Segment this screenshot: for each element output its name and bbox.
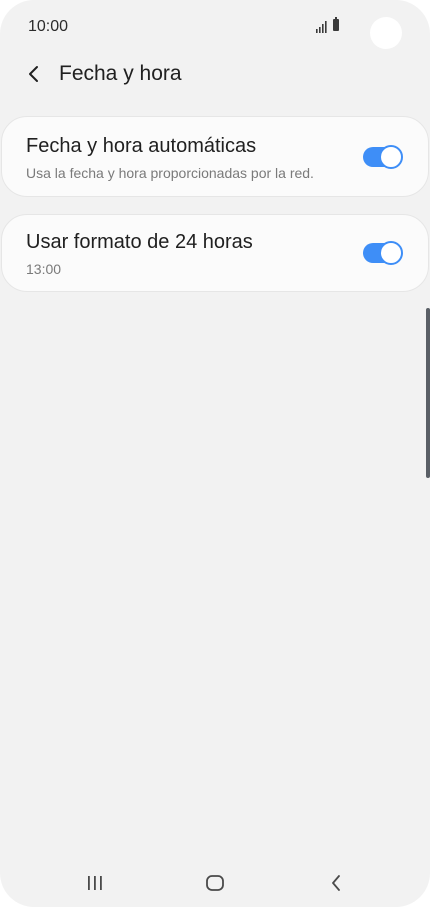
24-hour-format-toggle[interactable] — [363, 241, 403, 265]
setting-subtitle: 13:00 — [26, 261, 62, 277]
automatic-date-time-toggle[interactable] — [363, 145, 403, 169]
toggle-knob — [379, 241, 403, 265]
status-icons — [316, 17, 346, 33]
status-time: 10:00 — [28, 18, 69, 35]
status-bar: 10:00 — [0, 0, 430, 56]
recents-icon — [88, 876, 102, 890]
home-button[interactable] — [193, 870, 237, 896]
setting-subtitle: Usa la fecha y hora proporcionadas por l… — [26, 165, 314, 181]
setting-automatic-date-time[interactable]: Fecha y hora automáticas Usa la fecha y … — [1, 116, 429, 197]
home-icon — [206, 875, 224, 891]
setting-title: Fecha y hora automáticas — [26, 135, 257, 157]
back-nav-button[interactable] — [314, 870, 358, 896]
app-bar: Fecha y hora — [0, 56, 430, 96]
chevron-left-icon — [29, 66, 38, 82]
page-title: Fecha y hora — [59, 62, 182, 85]
phone-screen: 10:00 Fecha y hora Fecha y hora automáti… — [0, 0, 430, 907]
toggle-knob — [379, 145, 403, 169]
back-icon — [332, 875, 340, 891]
recents-button[interactable] — [73, 870, 117, 896]
navigation-bar — [0, 860, 430, 906]
setting-24-hour-format[interactable]: Usar formato de 24 horas 13:00 — [1, 214, 429, 292]
camera-cutout — [370, 17, 402, 49]
battery-icon — [333, 17, 339, 31]
back-button[interactable] — [20, 60, 48, 88]
setting-title: Usar formato de 24 horas — [26, 231, 253, 253]
signal-icon — [316, 21, 327, 33]
edge-panel-handle[interactable] — [426, 308, 430, 478]
